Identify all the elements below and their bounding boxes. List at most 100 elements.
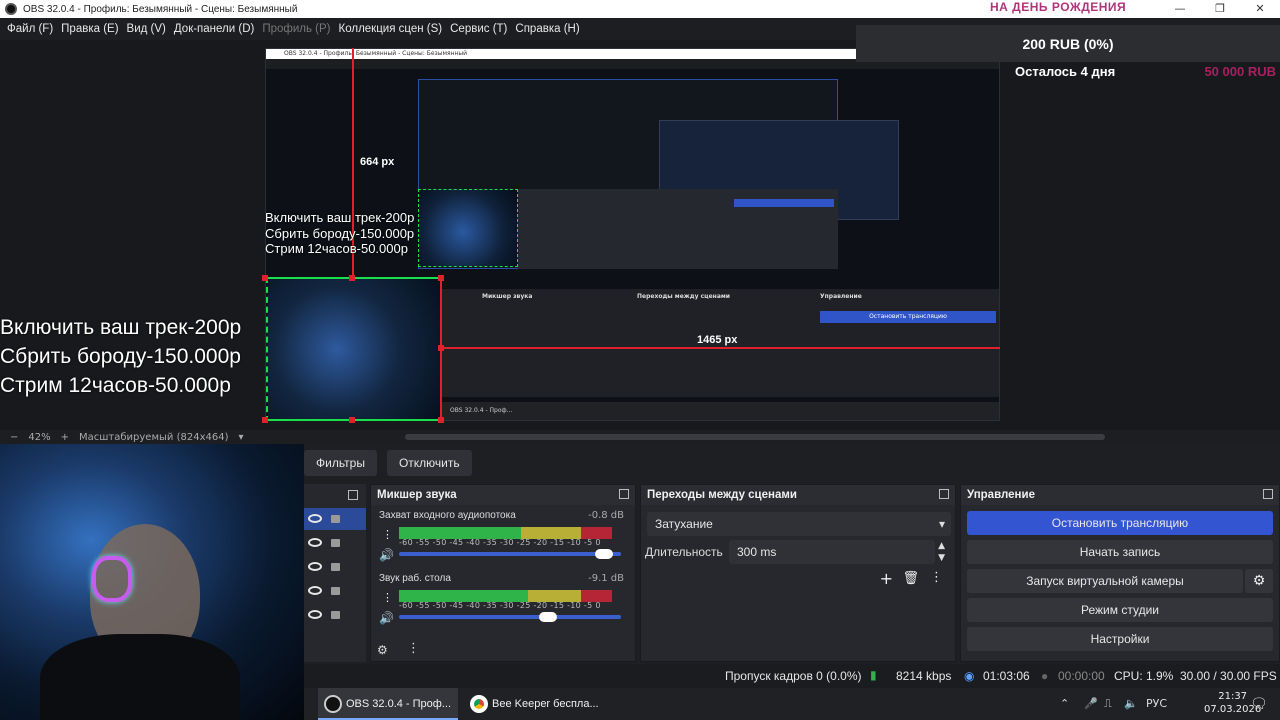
- menu-view[interactable]: Вид (V): [123, 23, 170, 35]
- transition-select[interactable]: Затухание ▾: [647, 512, 951, 536]
- nested-webcam-small: [418, 189, 518, 267]
- resize-handle-r[interactable]: [438, 345, 444, 351]
- menu-scene-collection[interactable]: Коллекция сцен (S): [335, 23, 447, 35]
- duration-input[interactable]: 300 ms: [729, 540, 935, 564]
- volume-slider[interactable]: [399, 549, 621, 559]
- volume-knob[interactable]: [539, 612, 557, 622]
- donation-goal: 50 000 RUB: [1204, 64, 1276, 79]
- window-controls: — ❐ ✕: [1160, 0, 1280, 18]
- eye-icon[interactable]: [308, 586, 322, 595]
- source-row[interactable]: [304, 556, 366, 578]
- taskbar-browser[interactable]: Bee Keeper беспла...: [464, 688, 604, 720]
- donation-price-list: Включить ваш трек-200р Сбрить бороду-150…: [0, 313, 241, 400]
- disable-button[interactable]: Отключить: [386, 450, 472, 476]
- chevron-down-icon[interactable]: ▾: [238, 432, 243, 443]
- stop-streaming-button[interactable]: Остановить трансляцию: [967, 511, 1273, 535]
- resize-handle-bl[interactable]: [262, 417, 268, 423]
- source-row[interactable]: [304, 508, 366, 530]
- eye-icon[interactable]: [308, 514, 322, 523]
- disable-label: Отключить: [398, 456, 460, 470]
- menu-tools[interactable]: Сервис (T): [446, 23, 511, 35]
- promo-text: НА ДЕНЬ РОЖДЕНИЯ: [990, 0, 1127, 14]
- transition-menu-icon[interactable]: ⋮: [930, 570, 943, 585]
- stream-time: 01:03:06: [983, 669, 1030, 683]
- nested-mixer-title: Микшер звука: [482, 293, 533, 300]
- menu-profile[interactable]: Профиль (P): [258, 23, 334, 35]
- resize-handle-b[interactable]: [349, 417, 355, 423]
- notifications-icon[interactable]: 🗨: [1250, 688, 1268, 720]
- speaker-icon[interactable]: 🔊: [379, 548, 394, 562]
- undock-icon[interactable]: [348, 490, 358, 500]
- tray-expand-icon[interactable]: ⌃: [1060, 688, 1069, 720]
- maximize-button[interactable]: ❐: [1200, 0, 1240, 18]
- microphone-icon[interactable]: 🎤: [1084, 688, 1098, 720]
- menu-file[interactable]: Файл (F): [3, 23, 57, 35]
- chevron-down-icon[interactable]: ▾: [939, 512, 945, 536]
- status-bar: Пропуск кадров 0 (0.0%) ▮ 8214 kbps ◉ 01…: [304, 664, 1280, 688]
- volume-slider[interactable]: [399, 612, 621, 622]
- advanced-audio-gear-icon[interactable]: ⚙: [377, 643, 388, 657]
- menu-edit[interactable]: Правка (E): [57, 23, 122, 35]
- source-row[interactable]: [304, 580, 366, 602]
- zoom-out-button[interactable]: −: [10, 432, 18, 443]
- volume-knob[interactable]: [595, 549, 613, 559]
- obs-logo-icon: [324, 695, 342, 713]
- donation-goal-info: Осталось 4 дня 50 000 RUB: [1000, 62, 1280, 82]
- language-indicator[interactable]: РУС: [1146, 688, 1167, 720]
- scale-mode[interactable]: Масштабируемый (824x464): [79, 432, 228, 443]
- nested-taskbar: OBS 32.0.4 - Проф...: [442, 402, 999, 420]
- audio-mixer-panel: Микшер звука Захват входного аудиопотока…: [370, 484, 636, 662]
- resize-handle-br[interactable]: [438, 417, 444, 423]
- eye-icon[interactable]: [308, 610, 322, 619]
- minimize-button[interactable]: —: [1160, 0, 1200, 18]
- guide-line-horizontal: [442, 347, 1000, 349]
- volume-icon[interactable]: 🔈: [1124, 688, 1138, 720]
- source-row[interactable]: [304, 604, 366, 626]
- studio-mode-button[interactable]: Режим студии: [967, 598, 1273, 622]
- streaming-icon: ◉: [964, 669, 975, 683]
- undock-icon[interactable]: [619, 489, 629, 499]
- donation-remaining: Осталось 4 дня: [1015, 64, 1116, 79]
- resize-handle-tr[interactable]: [438, 275, 444, 281]
- eye-icon[interactable]: [308, 538, 322, 547]
- menu-help[interactable]: Справка (H): [511, 23, 583, 35]
- streamer-body: [40, 634, 240, 720]
- resize-handle-t[interactable]: [349, 275, 355, 281]
- lock-icon[interactable]: [331, 539, 340, 547]
- virtual-camera-settings-gear-icon[interactable]: ⚙: [1245, 569, 1273, 593]
- headset-icon: [92, 556, 132, 602]
- preview-scrollbar[interactable]: [405, 434, 1105, 440]
- zoom-in-button[interactable]: +: [61, 432, 69, 443]
- lock-icon[interactable]: [331, 563, 340, 571]
- lock-icon[interactable]: [331, 515, 340, 523]
- filters-button[interactable]: Фильтры: [304, 450, 377, 476]
- speaker-icon[interactable]: 🔊: [379, 611, 394, 625]
- source-row[interactable]: [304, 532, 366, 554]
- measure-horizontal: 1465 px: [697, 334, 738, 346]
- lock-icon[interactable]: [331, 611, 340, 619]
- mixer-menu-icon[interactable]: ⋮: [407, 641, 420, 656]
- nested-overlay-line2: Сбрить бороду-150.000р: [265, 225, 415, 241]
- undock-icon[interactable]: [939, 489, 949, 499]
- start-virtual-camera-button[interactable]: Запуск виртуальной камеры: [967, 569, 1243, 593]
- taskbar-obs[interactable]: OBS 32.0.4 - Проф...: [318, 688, 458, 720]
- eye-icon[interactable]: [308, 562, 322, 571]
- nested-webcam-source[interactable]: [266, 277, 442, 420]
- network-icon[interactable]: ⎍: [1104, 688, 1112, 720]
- title-bar: OBS 32.0.4 - Профиль: Безымянный - Сцены…: [0, 0, 1280, 18]
- trash-icon[interactable]: 🗑: [902, 571, 919, 586]
- lock-icon[interactable]: [331, 587, 340, 595]
- settings-button[interactable]: Настройки: [967, 627, 1273, 651]
- add-transition-icon[interactable]: +: [880, 569, 893, 588]
- undock-icon[interactable]: [1263, 489, 1273, 499]
- more-options-icon[interactable]: ⋮: [382, 591, 393, 604]
- mixer-channel-mic: Захват входного аудиопотока -0.8 dB ⋮ -6…: [379, 510, 624, 562]
- close-button[interactable]: ✕: [1240, 0, 1280, 18]
- menu-docks[interactable]: Док-панели (D): [170, 23, 258, 35]
- resize-handle-tl[interactable]: [262, 275, 268, 281]
- fps: 30.00 / 30.00 FPS: [1180, 669, 1277, 683]
- meter-scale: -60 -55 -50 -45 -40 -35 -30 -25 -20 -15 …: [399, 601, 601, 610]
- duration-stepper[interactable]: ▲ ▼: [938, 540, 945, 564]
- start-recording-button[interactable]: Начать запись: [967, 540, 1273, 564]
- more-options-icon[interactable]: ⋮: [382, 528, 393, 541]
